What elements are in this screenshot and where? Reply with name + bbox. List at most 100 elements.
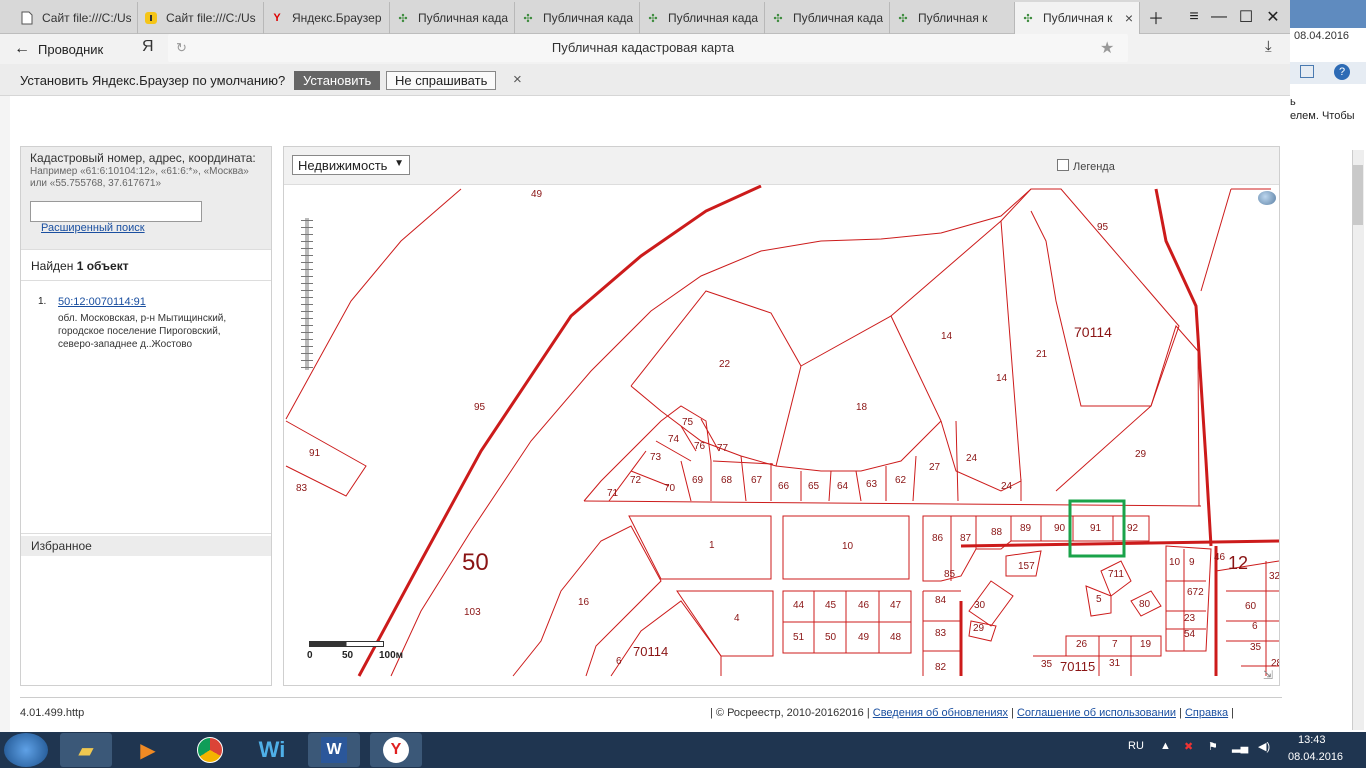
- rosreestr-icon: ✣: [648, 12, 658, 25]
- volume-icon[interactable]: ◀): [1258, 740, 1270, 753]
- search-heading: Кадастровый номер, адрес, координата:: [30, 151, 256, 165]
- copyright: © Росреестр, 2010-20162016: [715, 707, 864, 719]
- advanced-search-link[interactable]: Расширенный поиск: [41, 222, 145, 234]
- side-text-1: ь: [1290, 96, 1296, 108]
- arrow-left-icon: ←: [14, 40, 30, 57]
- chrome-taskbar-button[interactable]: [184, 733, 236, 767]
- updates-link[interactable]: Сведения об обновлениях: [873, 707, 1008, 719]
- footer-divider: [20, 697, 1282, 698]
- map-canvas[interactable]: [284, 147, 1280, 686]
- result-cadastral-link[interactable]: 50:12:0070114:91: [58, 296, 146, 308]
- new-tab-button[interactable]: ＋: [1142, 4, 1170, 30]
- found-count: 1 объект: [76, 259, 129, 273]
- found-prefix: Найден: [31, 259, 74, 273]
- tab-cadastral-active[interactable]: ✣ Публичная к ×: [1015, 2, 1140, 34]
- menu-icon[interactable]: ≡: [1180, 4, 1208, 30]
- signal-icon[interactable]: ▂▄: [1232, 740, 1248, 753]
- tab-cadastral-5[interactable]: ✣ Публичная к: [890, 2, 1015, 34]
- taskbar-time: 13:43: [1298, 734, 1326, 746]
- search-input[interactable]: [30, 201, 202, 222]
- scale-label-100: 100м: [379, 650, 404, 661]
- layer-select[interactable]: Недвижимость ▼: [292, 155, 410, 175]
- road-line: [960, 539, 1279, 548]
- scrollbar[interactable]: [1352, 150, 1364, 730]
- media-player-icon: ▶: [140, 739, 156, 762]
- help-icon[interactable]: ?: [1334, 64, 1350, 80]
- legend-label: Легенда: [1073, 161, 1115, 173]
- tab-label: Сайт file:///C:/Us: [42, 11, 131, 25]
- network-warning-icon[interactable]: ✖: [1184, 740, 1193, 753]
- back-label: Проводник: [38, 41, 104, 57]
- yandex-taskbar-button[interactable]: Y: [370, 733, 422, 767]
- tab-cadastral-4[interactable]: ✣ Публичная када: [765, 2, 890, 34]
- wi-app-icon: Wi: [258, 737, 286, 762]
- tab-cadastral-3[interactable]: ✣ Публичная када: [640, 2, 765, 34]
- tray-expand-icon[interactable]: ▲: [1160, 740, 1171, 752]
- word-icon: W: [321, 737, 347, 763]
- tab-label: Публичная када: [793, 11, 883, 25]
- maximize-icon[interactable]: ☐: [1232, 4, 1260, 30]
- terms-link[interactable]: Соглашение об использовании: [1017, 707, 1176, 719]
- back-button[interactable]: ← Проводник: [14, 38, 124, 60]
- dont-ask-button[interactable]: Не спрашивать: [386, 71, 497, 90]
- install-button[interactable]: Установить: [294, 71, 381, 90]
- start-button[interactable]: [4, 733, 48, 767]
- map-toolbar: [284, 147, 1279, 185]
- close-window-icon[interactable]: ✕: [1259, 4, 1287, 30]
- close-tab-icon[interactable]: ×: [1125, 10, 1133, 26]
- tab-label: Публичная када: [418, 11, 508, 25]
- tab-label: Публичная к: [1043, 11, 1113, 25]
- bookmark-star-icon[interactable]: ★: [1100, 38, 1114, 58]
- yandex-shield-icon: [144, 11, 158, 25]
- search-hint: Например «61:6:10104:12», «61:6:*», «Мос…: [30, 166, 249, 189]
- page-gutter: [0, 96, 10, 732]
- favorites-title: Избранное: [21, 536, 271, 556]
- chrome-icon: [197, 737, 223, 763]
- tab-cadastral-1[interactable]: ✣ Публичная када: [390, 2, 515, 34]
- yandex-logo[interactable]: Я: [142, 38, 154, 56]
- tab-yandex-browser[interactable]: Y Яндекс.Браузер с: [264, 2, 390, 34]
- selected-parcel-highlight[interactable]: [1068, 499, 1126, 558]
- window-icon[interactable]: [1300, 65, 1314, 78]
- scale-label-0: 0: [307, 650, 313, 661]
- close-notification-icon[interactable]: ×: [513, 71, 522, 88]
- yandex-browser-icon: Y: [383, 737, 409, 763]
- yandex-y-icon: Y: [273, 12, 281, 24]
- download-icon[interactable]: ⤓: [1265, 38, 1272, 55]
- cadastral-map[interactable]: 49 95 95 91 83 103 50 70114 70114 70115 …: [283, 146, 1280, 686]
- wi-taskbar-button[interactable]: Wi: [246, 733, 298, 767]
- explorer-taskbar-button[interactable]: ▰: [60, 733, 112, 767]
- tab-label: Яндекс.Браузер с: [292, 11, 383, 25]
- rosreestr-icon: ✣: [773, 12, 783, 25]
- globe-icon[interactable]: [1258, 191, 1276, 205]
- dropdown-arrow-icon: ▼: [394, 158, 404, 169]
- tab-site-2[interactable]: Сайт file:///C:/Us: [138, 2, 264, 34]
- version-text: 4.01.499.http: [20, 707, 85, 719]
- tab-label: Публичная к: [918, 11, 988, 25]
- side-text-2: елем. Чтобы: [1290, 110, 1355, 122]
- page-icon: [20, 11, 34, 25]
- tab-cadastral-2[interactable]: ✣ Публичная када: [515, 2, 640, 34]
- taskbar-date: 08.04.2016: [1288, 751, 1344, 763]
- rosreestr-icon: ✣: [898, 12, 908, 25]
- resize-arrow-icon[interactable]: ⇲: [1263, 668, 1273, 682]
- legend-checkbox[interactable]: [1057, 159, 1069, 171]
- word-taskbar-button[interactable]: W: [308, 733, 360, 767]
- rosreestr-icon: ✣: [523, 12, 533, 25]
- road-line: [357, 184, 762, 677]
- results-found: Найден 1 объект: [31, 259, 129, 273]
- language-indicator[interactable]: RU: [1128, 740, 1144, 752]
- tab-site-1[interactable]: Сайт file:///C:/Us: [14, 2, 138, 34]
- folder-icon: ▰: [78, 739, 94, 762]
- help-link[interactable]: Справка: [1185, 707, 1228, 719]
- rosreestr-icon: ✣: [1023, 12, 1033, 25]
- background-window-titlebar: [1290, 0, 1366, 28]
- footer-links: | © Росреестр, 2010-20162016 | Сведения …: [710, 707, 1235, 719]
- top-clock-date: 08.04.2016: [1294, 30, 1350, 42]
- media-taskbar-button[interactable]: ▶: [122, 733, 174, 767]
- flag-icon[interactable]: ⚑: [1208, 740, 1218, 753]
- scrollbar-thumb[interactable]: [1353, 165, 1363, 225]
- zoom-ticks: [301, 220, 313, 368]
- layer-select-value: Недвижимость: [298, 158, 388, 173]
- minimize-icon[interactable]: —: [1205, 4, 1233, 30]
